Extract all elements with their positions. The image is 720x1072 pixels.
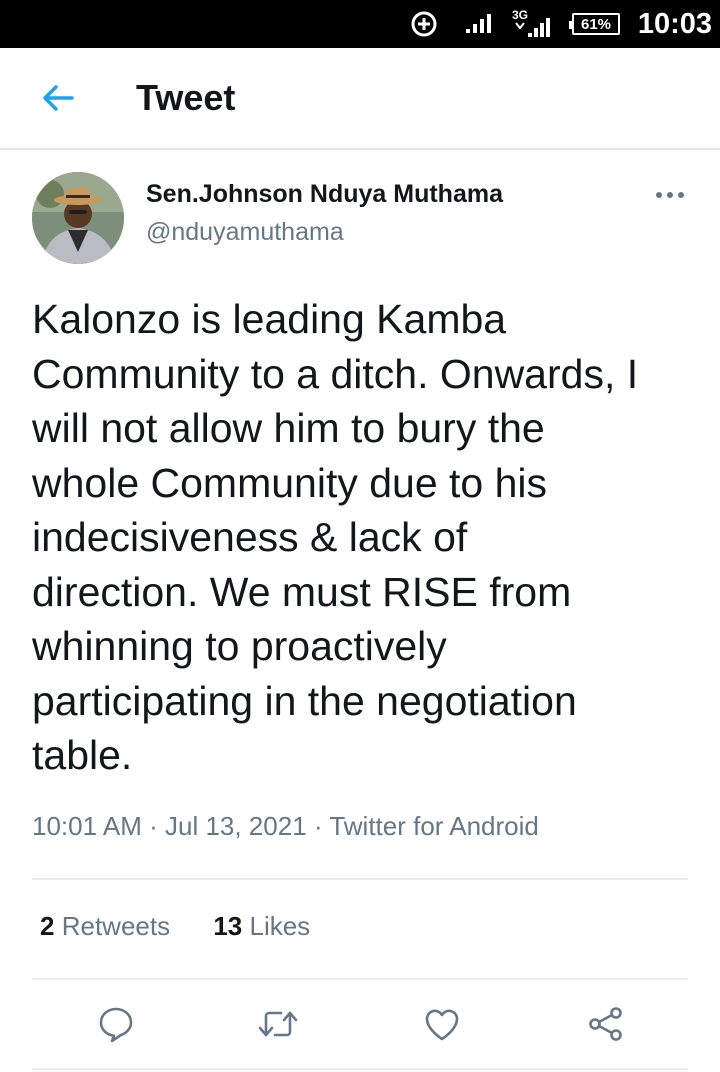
battery-level: 61% bbox=[569, 13, 620, 35]
tweet-meta: 10:01 AM · Jul 13, 2021 · Twitter for An… bbox=[32, 808, 539, 844]
share-button[interactable] bbox=[580, 998, 632, 1050]
status-bar: 3G 61% 10:03 bbox=[0, 0, 720, 48]
tweet-text: Kalonzo is leading Kamba Community to a … bbox=[32, 296, 639, 778]
avatar[interactable] bbox=[32, 172, 124, 264]
reply-button[interactable] bbox=[90, 998, 142, 1050]
retweet-icon bbox=[258, 1011, 298, 1037]
battery-indicator: 61% bbox=[569, 0, 622, 48]
meta-separator: · bbox=[149, 811, 165, 841]
retweets-count: 2 bbox=[40, 911, 55, 941]
likes-label: Likes bbox=[249, 911, 311, 941]
retweets-stat[interactable]: 2 Retweets bbox=[40, 908, 170, 944]
tweet-source[interactable]: Twitter for Android bbox=[329, 811, 539, 841]
heart-icon bbox=[425, 1009, 459, 1041]
tweet-date: Jul 13, 2021 bbox=[164, 811, 307, 841]
tweet-screen: 3G 61% 10:03 Tweet Sen.Johnson Nduya Mut… bbox=[0, 0, 720, 1072]
likes-count: 13 bbox=[213, 911, 243, 941]
arrow-left-icon bbox=[43, 85, 74, 111]
author-name[interactable]: Sen.Johnson Nduya Muthama bbox=[146, 178, 503, 210]
tweet-actions bbox=[0, 998, 720, 1050]
mobile-data-signal-icon: 3G bbox=[512, 0, 552, 48]
more-options-button[interactable] bbox=[650, 180, 690, 210]
divider bbox=[32, 978, 688, 980]
likes-stat[interactable]: 13 Likes bbox=[213, 908, 310, 944]
author-handle[interactable]: @nduyamuthama bbox=[146, 216, 344, 248]
page-title: Tweet bbox=[136, 77, 236, 118]
top-app-bar: Tweet bbox=[0, 48, 720, 150]
network-type-label: 3G bbox=[512, 8, 528, 22]
retweet-button[interactable] bbox=[252, 998, 304, 1050]
avatar-image bbox=[32, 172, 124, 264]
more-dots-icon bbox=[656, 192, 684, 198]
clock: 10:03 bbox=[637, 7, 712, 40]
tweet-time: 10:01 AM bbox=[32, 811, 142, 841]
share-icon bbox=[589, 1007, 622, 1041]
back-button[interactable] bbox=[36, 76, 80, 120]
retweets-label: Retweets bbox=[61, 911, 171, 941]
reply-icon bbox=[99, 1007, 133, 1043]
like-button[interactable] bbox=[416, 998, 468, 1050]
divider bbox=[32, 1068, 688, 1070]
data-saver-icon bbox=[410, 0, 440, 48]
engagement-stats: 2 Retweets 13 Likes bbox=[40, 908, 310, 944]
divider bbox=[32, 878, 688, 880]
signal-icon bbox=[464, 0, 496, 48]
meta-separator: · bbox=[313, 811, 330, 841]
